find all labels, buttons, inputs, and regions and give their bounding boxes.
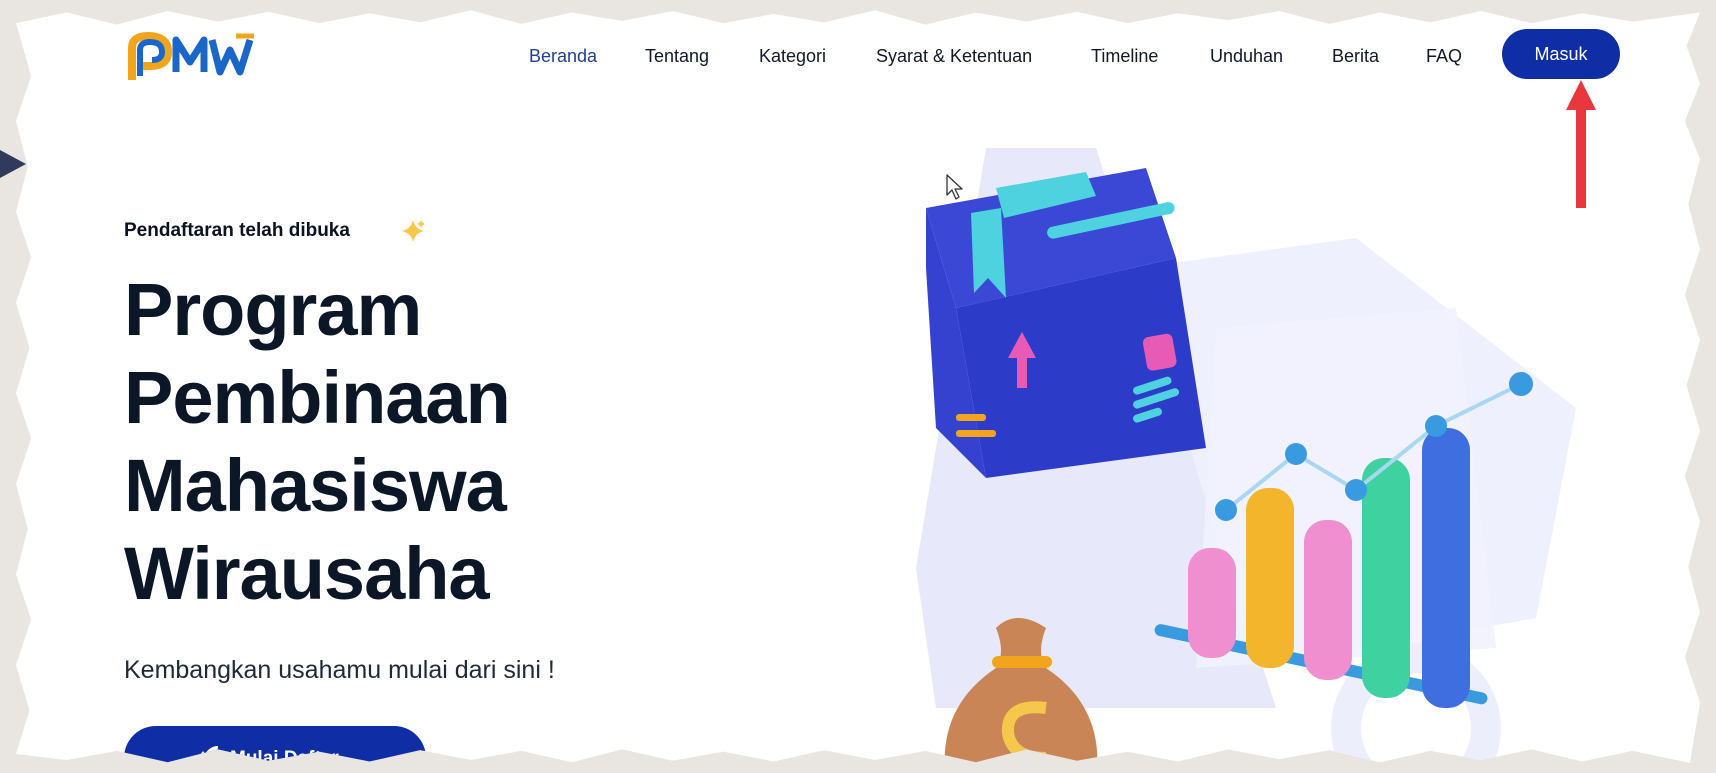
nav-item-syarat-ketentuan[interactable]: Syarat & Ketentuan xyxy=(876,46,1032,67)
nav-item-beranda[interactable]: Beranda xyxy=(529,46,597,67)
page-title: Program Pembinaan Mahasiswa Wirausaha xyxy=(124,266,511,618)
title-line: Mahasiswa xyxy=(124,444,507,527)
login-button[interactable]: Masuk xyxy=(1502,29,1620,79)
nav-item-tentang[interactable]: Tentang xyxy=(645,46,709,67)
hero-subtitle: Kembangkan usahamu mulai dari sini ! xyxy=(124,656,555,684)
package-box-illustration xyxy=(926,168,1206,478)
rocket-icon xyxy=(198,746,218,763)
main-nav: Beranda Tentang Kategori Syarat & Ketent… xyxy=(16,46,1700,76)
hero-illustration xyxy=(916,148,1576,763)
page-screenshot: Beranda Tentang Kategori Syarat & Ketent… xyxy=(16,10,1700,763)
nav-item-kategori[interactable]: Kategori xyxy=(759,46,826,67)
title-line: Wirausaha xyxy=(124,532,490,615)
nav-item-timeline[interactable]: Timeline xyxy=(1091,46,1158,67)
nav-item-berita[interactable]: Berita xyxy=(1332,46,1379,67)
title-line: Pembinaan xyxy=(124,356,511,439)
start-register-label: Mulai Daftar xyxy=(230,748,339,763)
registration-open-badge: Pendaftaran telah dibuka xyxy=(124,220,350,241)
start-register-button[interactable]: Mulai Daftar xyxy=(124,726,426,763)
edge-marker xyxy=(0,150,26,178)
nav-item-unduhan[interactable]: Unduhan xyxy=(1210,46,1283,67)
sparkle-icon xyxy=(402,220,425,242)
nav-item-faq[interactable]: FAQ xyxy=(1426,46,1462,67)
title-line: Program xyxy=(124,268,422,351)
